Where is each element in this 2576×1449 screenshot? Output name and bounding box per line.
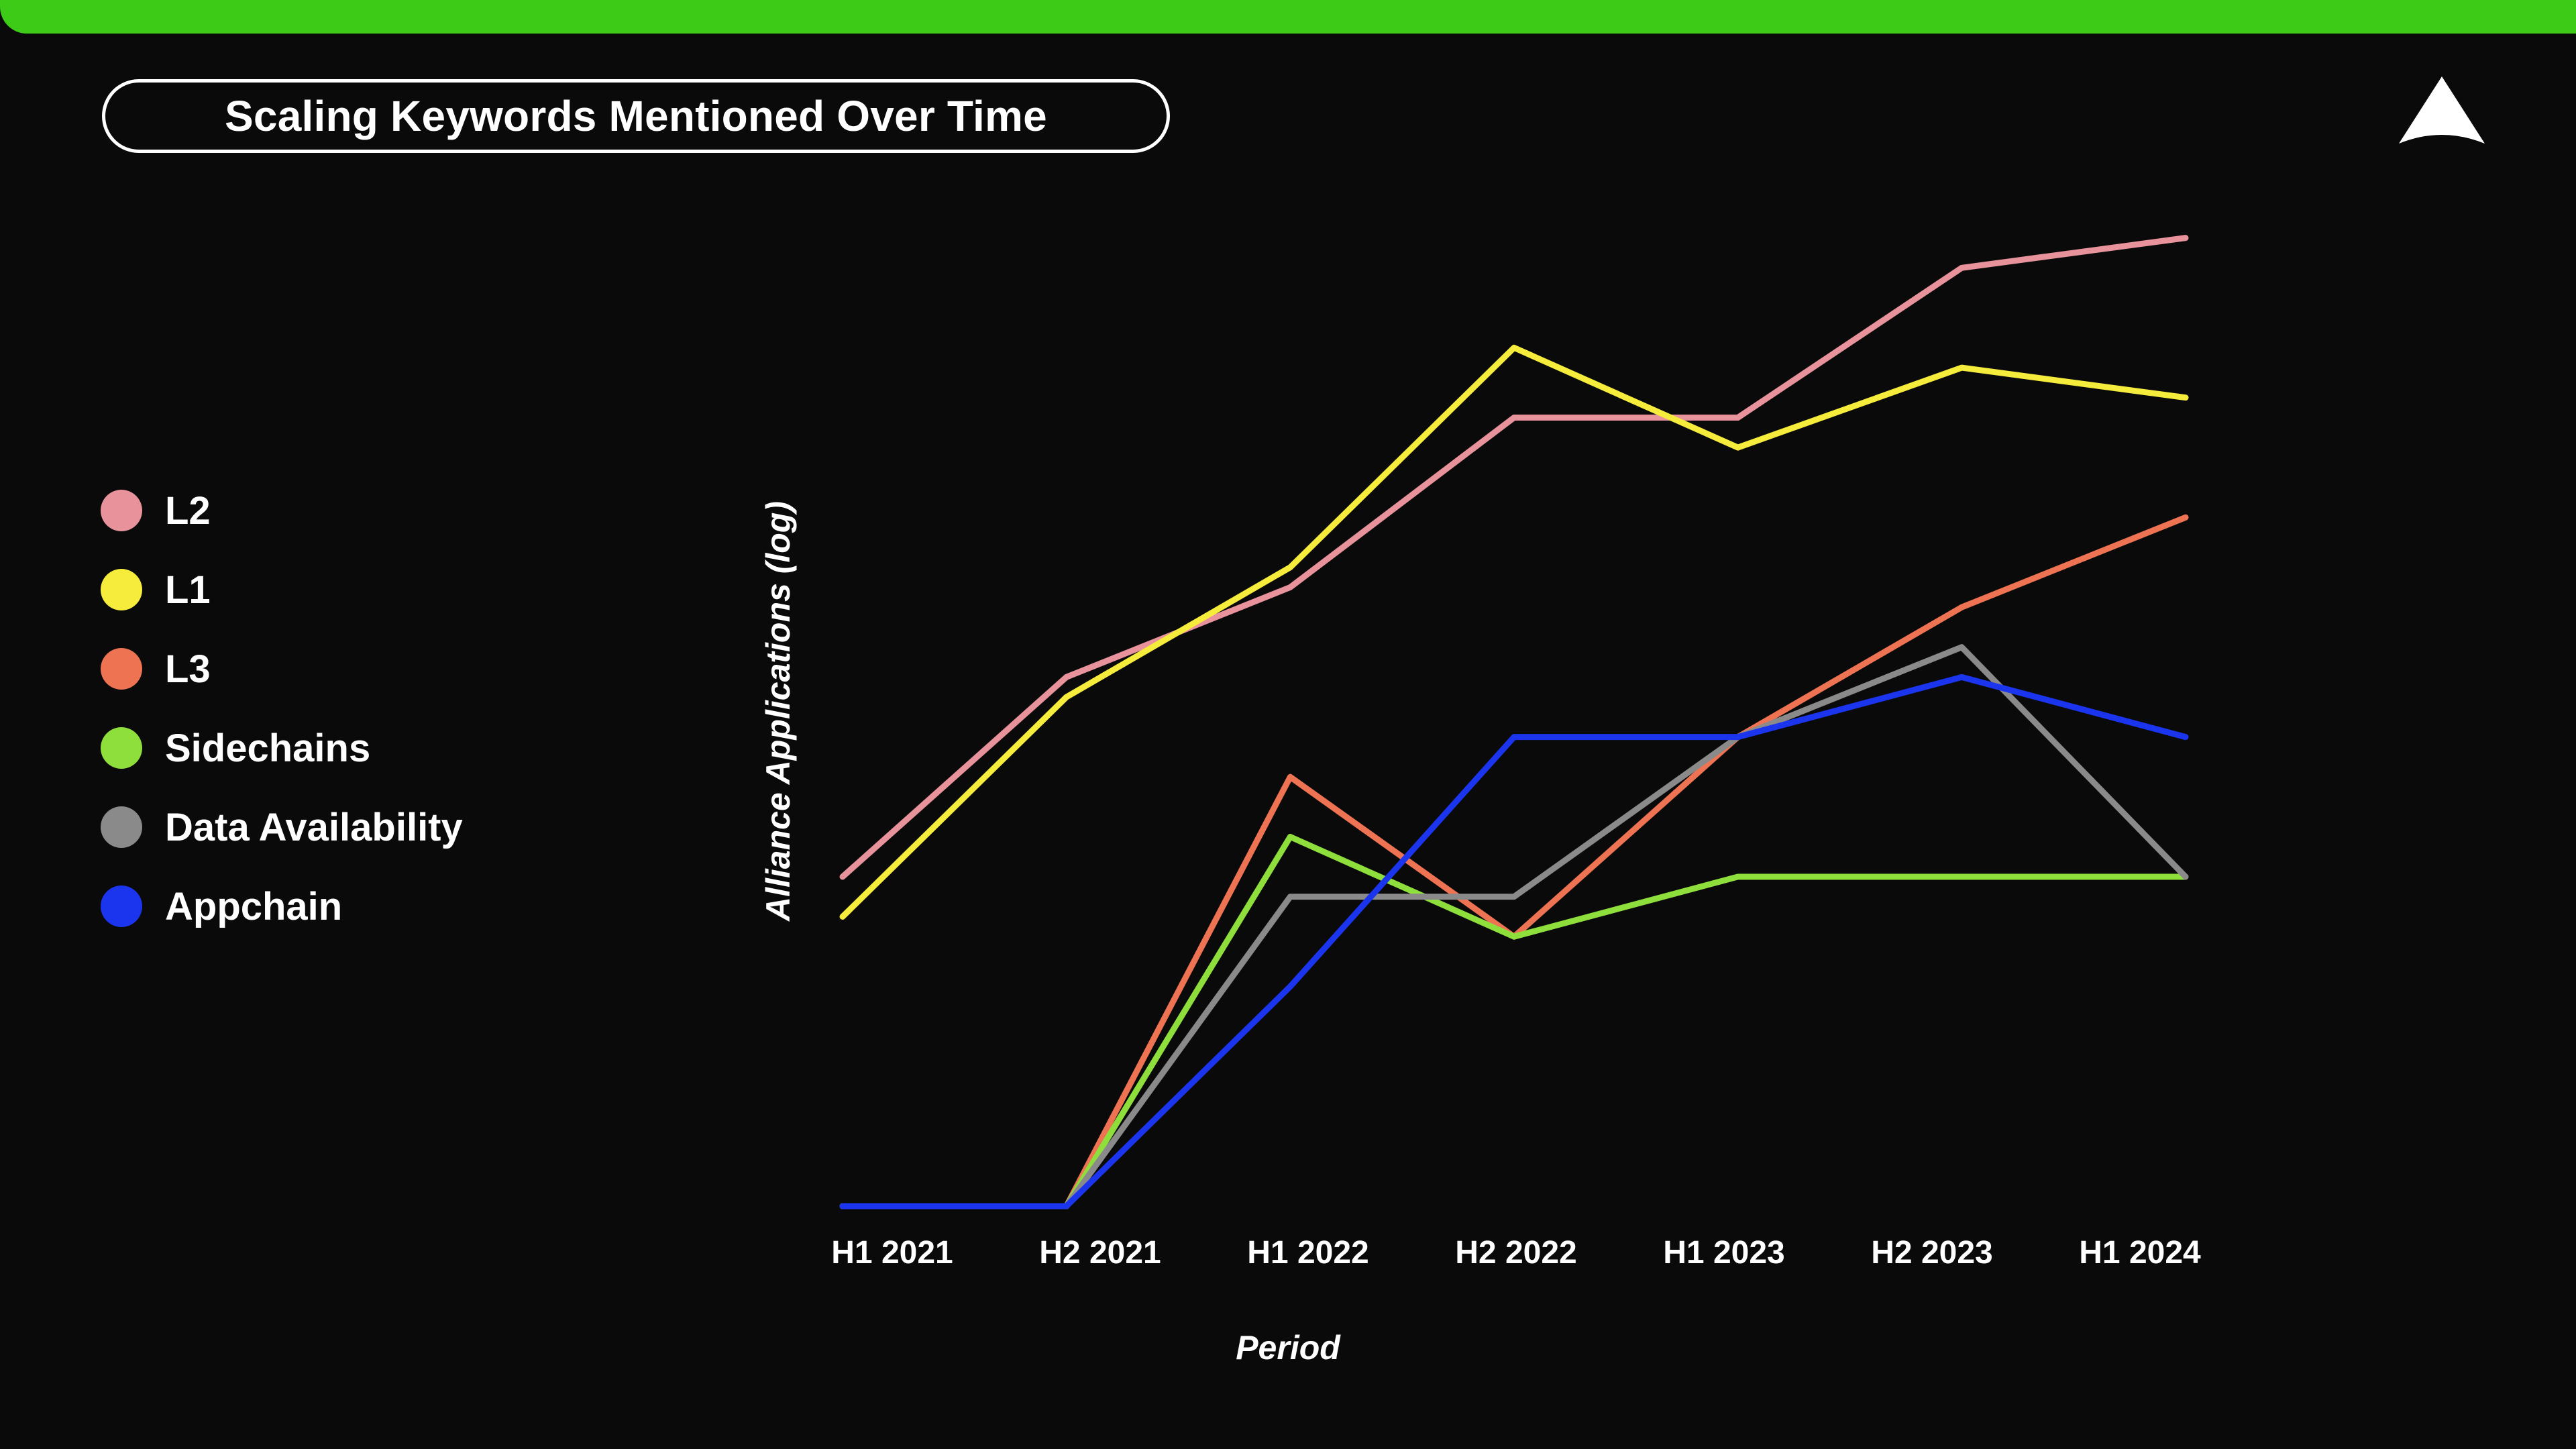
- legend-item-l2[interactable]: L2: [101, 487, 463, 534]
- legend-item-appchain[interactable]: Appchain: [101, 883, 463, 930]
- legend-label: L2: [165, 488, 211, 533]
- page-title: Scaling Keywords Mentioned Over Time: [225, 92, 1047, 140]
- x-axis-tick-labels: H1 2021 H2 2021 H1 2022 H2 2022 H1 2023 …: [805, 1234, 2227, 1271]
- legend-label: Appchain: [165, 884, 343, 928]
- x-axis-title: Period: [1236, 1329, 1340, 1366]
- legend-item-l3[interactable]: L3: [101, 645, 463, 692]
- series-line-l2: [839, 235, 2189, 880]
- series-layer: [839, 235, 2189, 1210]
- x-tick-label: H1 2022: [1247, 1235, 1369, 1271]
- x-tick-label: H2 2021: [1039, 1235, 1161, 1271]
- legend-label: L1: [165, 568, 211, 612]
- legend-label: L3: [165, 647, 211, 691]
- chart-title-pill: Scaling Keywords Mentioned Over Time: [102, 79, 1170, 153]
- legend-swatch-icon: [101, 648, 142, 690]
- series-line-appchain: [839, 674, 2189, 1210]
- chart-legend: L2 L1 L3 Sidechains Data Availability Ap…: [101, 487, 463, 930]
- series-line-sidechains: [839, 833, 2189, 1210]
- legend-label: Sidechains: [165, 726, 371, 770]
- x-tick-label: H1 2021: [831, 1235, 953, 1271]
- legend-item-l1[interactable]: L1: [101, 566, 463, 613]
- legend-swatch-icon: [101, 569, 142, 610]
- x-tick-label: H2 2023: [1871, 1235, 1993, 1271]
- y-axis-title: Alliance Applications (log): [759, 501, 797, 921]
- x-tick-label: H1 2023: [1663, 1235, 1785, 1271]
- legend-item-data-availability[interactable]: Data Availability: [101, 804, 463, 851]
- legend-swatch-icon: [101, 885, 142, 927]
- alliance-logo-icon: [2395, 74, 2489, 148]
- top-accent-bar: [0, 0, 2576, 34]
- legend-label: Data Availability: [165, 805, 463, 849]
- series-line-l3: [839, 514, 2189, 1210]
- series-line-data-availability: [839, 644, 2189, 1210]
- x-tick-label: H2 2022: [1455, 1235, 1577, 1271]
- x-tick-label: H1 2024: [2079, 1235, 2201, 1271]
- legend-swatch-icon: [101, 806, 142, 848]
- series-line-l1: [839, 344, 2189, 920]
- legend-swatch-icon: [101, 490, 142, 531]
- legend-item-sidechains[interactable]: Sidechains: [101, 724, 463, 771]
- legend-swatch-icon: [101, 727, 142, 769]
